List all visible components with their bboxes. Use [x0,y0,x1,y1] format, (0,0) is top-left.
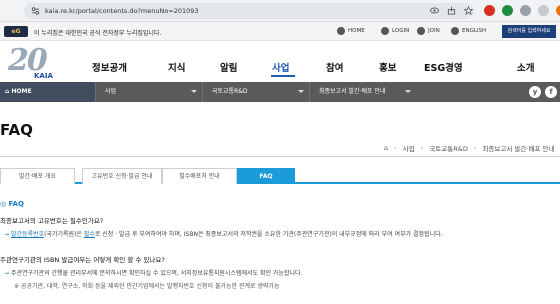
join-icon [417,27,425,35]
nav-item-about[interactable]: 소개 [517,60,534,74]
breadcrumb: ⌂ › 사업 › 국토교통R&D › 최종보고서 발간·배포 안내 [384,143,555,153]
util-join-link[interactable]: JOIN [417,27,440,35]
site-logo[interactable]: 20 KAIA [2,43,72,85]
tab-number-request[interactable]: 고유번호 신청·발급 안내 [82,168,162,184]
home-icon [337,27,345,35]
share-icon[interactable] [447,6,456,15]
globe-icon [451,27,459,35]
tab-faq[interactable]: FAQ [237,168,295,184]
government-banner: eG 이 누리집은 대한민국 공식 전자정부 누리집입니다. HOME LOGI… [0,22,560,41]
sub-nav-home[interactable]: ⌂ HOME [0,82,95,102]
nav-item-esg[interactable]: ESG경영 [424,60,463,74]
chevron-down-icon [191,90,197,93]
login-icon [381,27,389,35]
sub-nav-depth3[interactable]: 최종보고서 발간·배포 안내 [309,82,416,102]
registration-number-link[interactable]: 발간등록번호 [11,231,44,238]
breadcrumb-item[interactable]: 사업 [403,143,415,153]
tab-distribution[interactable]: 필수배포처 안내 [162,168,237,184]
star-icon[interactable] [464,6,473,15]
search-button[interactable]: 검색어를 입력하세요 [502,25,556,38]
bullet-icon: ◎ [0,200,9,208]
faq-heading: ◎ FAQ [0,200,24,208]
home-icon[interactable]: ⌂ [384,144,388,152]
sub-nav-depth2[interactable]: 국토교통R&D [202,82,309,102]
nav-item-knowledge[interactable]: 지식 [168,60,185,74]
required-link[interactable]: 필수 [84,231,95,238]
nav-item-info-disclosure[interactable]: 정보공개 [92,60,127,74]
breadcrumb-item[interactable]: 국토교통R&D [429,143,468,153]
nav-item-participation[interactable]: 참여 [326,60,343,74]
util-english-link[interactable]: ENGLISH [451,27,486,35]
nav-item-business[interactable]: 사업 [272,60,289,74]
nav-item-notice[interactable]: 알림 [220,60,237,74]
browser-url-bar: kaia.re.kr/portal/contents.do?menuNo=201… [0,0,560,22]
main-navigation: 정보공개 지식 알림 사업 참여 홍보 ESG경영 소개 [92,60,552,74]
faq-note: ※ 공공기관, 대학, 연구소, 학회 등을 제외한 민간기업에서는 발행자번호… [14,283,280,290]
page-title: FAQ [0,121,33,139]
sub-nav-depth1[interactable]: 사업 [95,82,202,102]
url-text[interactable]: kaia.re.kr/portal/contents.do?menuNo=201… [45,7,199,15]
util-home-link[interactable]: HOME [337,27,365,35]
gov-notice-text: 이 누리집은 대한민국 공식 전자정부 누리집입니다. [34,30,162,37]
extension-green-icon[interactable] [502,5,513,16]
faq-question: 최종보고서의 고유번호는 필수인가요? [0,217,104,225]
nav-item-pr[interactable]: 홍보 [379,60,396,74]
eye-icon[interactable] [430,6,439,15]
tab-overview[interactable]: 발간·배포 개요 [0,168,75,184]
site-info-icon[interactable] [31,6,40,16]
egov-logo: eG [4,26,28,37]
faq-question: 주관연구기관의 ISBN 발급여부는 어떻게 확인 할 수 있나요? [0,256,165,264]
logo-name: KAIA [34,72,53,80]
extensions-puzzle-icon[interactable] [538,5,549,16]
extension-red-icon[interactable] [484,5,495,16]
nav-active-indicator [271,75,295,77]
faq-answer: → 주관연구기관의 간행물 관리부서에 문의하시면 확인하실 수 있으며, 서지… [4,270,303,277]
facebook-icon[interactable]: f [545,86,557,98]
faq-answer: → 발간등록번호(국가기록원)은 필수로 신청 · 발급 후 부여하여야 하며,… [4,231,443,238]
twitter-icon[interactable]: y [529,86,541,98]
sub-navigation-bar: ⌂ HOME 사업 국토교통R&D 최종보고서 발간·배포 안내 y f [0,82,560,102]
util-login-link[interactable]: LOGIN [381,27,409,35]
title-divider [0,156,560,157]
breadcrumb-item[interactable]: 최종보고서 발간·배포 안내 [482,143,554,153]
profile-avatar-icon[interactable] [556,5,560,16]
chevron-down-icon [298,90,304,93]
extension-gray-icon[interactable] [520,5,531,16]
content-tabs: 발간·배포 개요 고유번호 신청·발급 안내 필수배포처 안내 FAQ [0,168,560,184]
chevron-down-icon [405,90,411,93]
